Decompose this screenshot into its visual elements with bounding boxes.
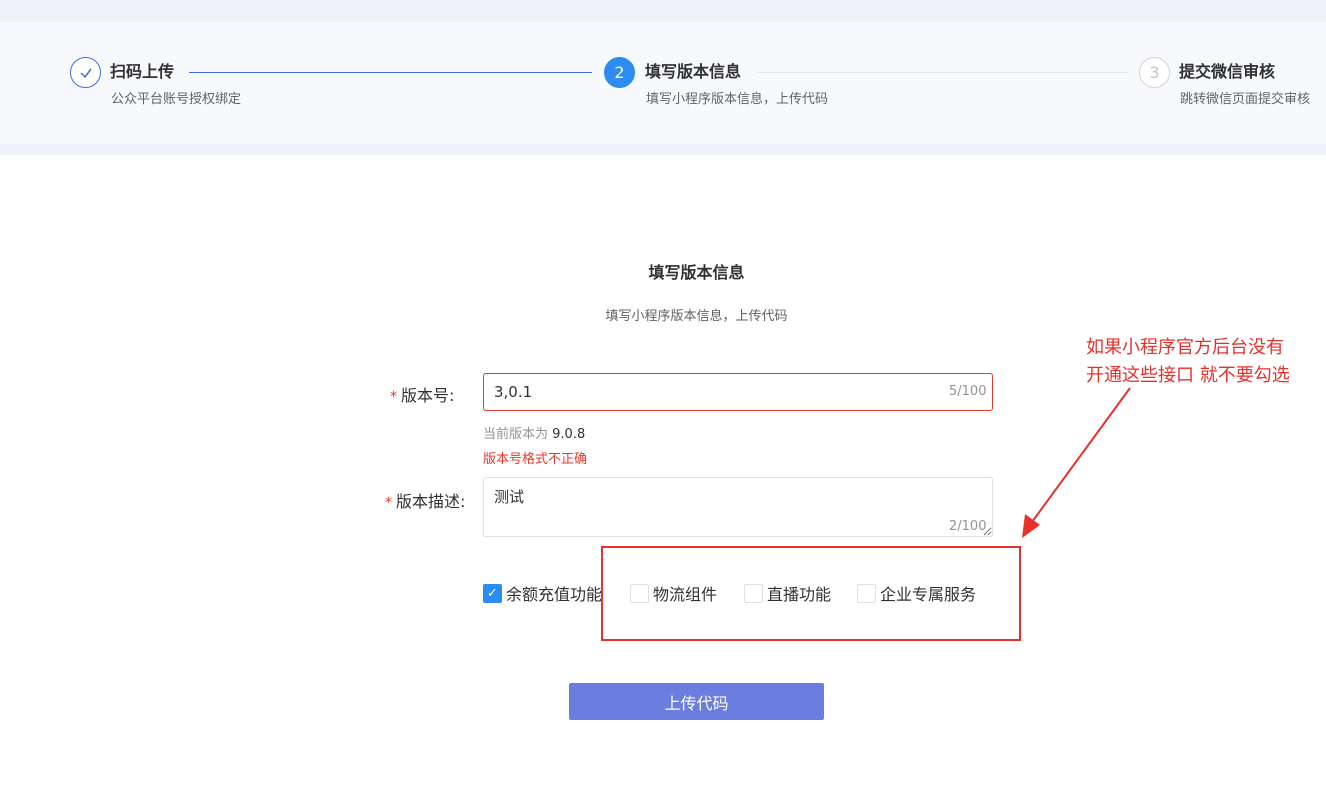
current-version-hint: 当前版本为 9.0.8: [483, 423, 585, 442]
step-2-title: 填写版本信息: [645, 62, 742, 81]
description-label-text: 版本描述:: [396, 492, 466, 511]
annotation-line-1: 如果小程序官方后台没有: [1086, 337, 1284, 358]
step-1-desc: 公众平台账号授权绑定: [111, 92, 242, 107]
description-counter: 2/100: [949, 519, 987, 534]
version-counter: 5/100: [949, 384, 987, 399]
upload-code-button[interactable]: 上传代码: [569, 683, 824, 720]
step-1-check-icon: [70, 57, 101, 88]
version-error: 版本号格式不正确: [483, 452, 588, 467]
required-mark: *: [390, 389, 397, 405]
step-3-desc: 跳转微信页面提交审核: [1180, 92, 1311, 107]
annotation-line-2: 开通这些接口 就不要勾选: [1086, 365, 1290, 386]
step-2-desc: 填写小程序版本信息，上传代码: [646, 92, 829, 107]
checkbox-checked-icon[interactable]: ✓: [483, 583, 502, 603]
required-mark: *: [385, 495, 392, 511]
step-3-number: 3: [1139, 57, 1170, 88]
step-2-connector: [756, 72, 1128, 73]
step-1-title: 扫码上传: [110, 62, 175, 81]
annotation-highlight-box: [601, 546, 1021, 641]
section-subtitle: 填写小程序版本信息，上传代码: [605, 309, 788, 324]
version-label: * 版本号:: [390, 382, 454, 406]
description-label: * 版本描述:: [385, 488, 465, 512]
step-3-title: 提交微信审核: [1179, 62, 1276, 81]
top-strip: [0, 0, 1326, 22]
current-version-prefix: 当前版本为: [483, 427, 549, 442]
version-input[interactable]: [483, 373, 993, 411]
steps-bar: [0, 22, 1326, 144]
description-textarea[interactable]: 测试: [483, 477, 993, 537]
checkbox-balance-recharge[interactable]: ✓ 余额充值功能: [483, 581, 602, 605]
step-1-connector: [189, 72, 592, 73]
steps-bottom-strip: [0, 144, 1326, 155]
section-title: 填写版本信息: [648, 263, 745, 282]
step-2-number: 2: [604, 57, 635, 88]
checkbox-label[interactable]: 余额充值功能: [506, 581, 602, 605]
version-label-text: 版本号:: [401, 386, 455, 405]
annotation-text: 如果小程序官方后台没有 开通这些接口 就不要勾选: [1086, 334, 1290, 390]
current-version-value: 9.0.8: [552, 427, 586, 442]
